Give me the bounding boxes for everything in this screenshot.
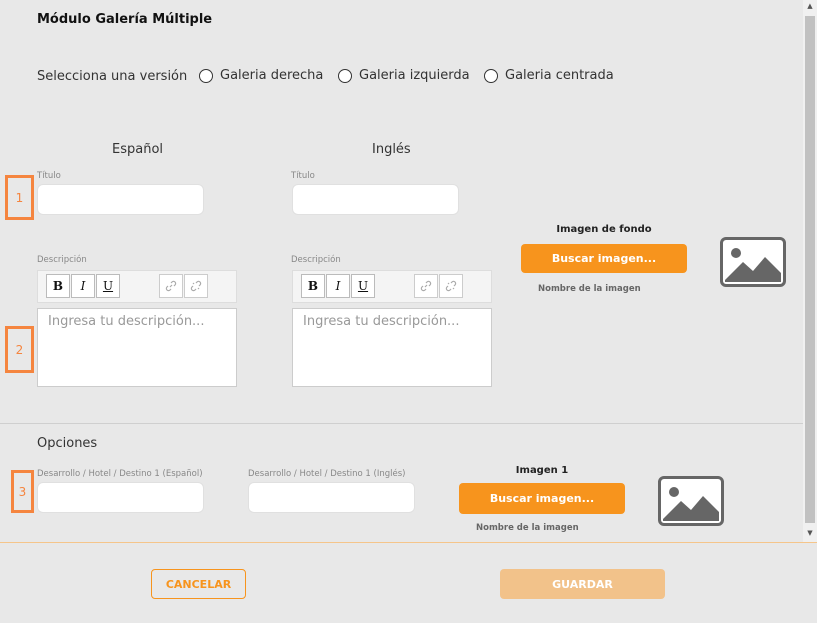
column-header-spanish: Español xyxy=(112,142,164,157)
footer-divider xyxy=(0,542,817,543)
scroll-down-icon[interactable]: ▼ xyxy=(805,529,815,537)
section-divider xyxy=(0,423,803,424)
image-placeholder-icon xyxy=(658,476,724,526)
search-background-image-button[interactable]: Buscar imagen... xyxy=(521,244,687,273)
option-field-en-input[interactable] xyxy=(248,482,415,513)
unlink-icon[interactable] xyxy=(184,274,208,298)
unlink-icon[interactable] xyxy=(439,274,463,298)
radio-galeria-centrada[interactable]: Galeria centrada xyxy=(484,68,614,83)
title-label-en: Título xyxy=(291,171,315,181)
title-input-en[interactable] xyxy=(292,184,459,215)
cancel-button[interactable]: CANCELAR xyxy=(151,569,246,599)
save-button[interactable]: GUARDAR xyxy=(500,569,665,599)
option-field-es-label: Desarrollo / Hotel / Destino 1 (Español) xyxy=(37,469,203,479)
italic-button[interactable]: I xyxy=(71,274,95,298)
title-label-es: Título xyxy=(37,171,61,181)
search-option-image-button[interactable]: Buscar imagen... xyxy=(459,483,625,514)
radio-label: Galeria izquierda xyxy=(359,68,470,83)
underline-button[interactable]: U xyxy=(96,274,120,298)
description-label-es: Descripción xyxy=(37,255,87,265)
scroll-up-icon[interactable]: ▲ xyxy=(805,2,815,10)
editor-toolbar-en: B I U xyxy=(292,270,492,303)
option-image-label: Imagen 1 xyxy=(515,465,569,476)
italic-button[interactable]: I xyxy=(326,274,350,298)
option-image-filename: Nombre de la imagen xyxy=(476,523,579,533)
page-title: Módulo Galería Múltiple xyxy=(37,12,213,27)
step-marker-2: 2 xyxy=(5,326,34,373)
scrollbar-thumb[interactable] xyxy=(805,16,815,523)
option-field-es-input[interactable] xyxy=(37,482,204,513)
radio-label: Galeria derecha xyxy=(220,68,324,83)
step-marker-1: 1 xyxy=(5,175,34,220)
description-textarea-en[interactable]: Ingresa tu descripción... xyxy=(292,308,492,387)
editor-toolbar-es: B I U xyxy=(37,270,237,303)
image-placeholder-icon xyxy=(720,237,786,287)
option-field-en-label: Desarrollo / Hotel / Destino 1 (Inglés) xyxy=(248,469,406,479)
column-header-english: Inglés xyxy=(372,142,411,157)
link-icon[interactable] xyxy=(414,274,438,298)
underline-button[interactable]: U xyxy=(351,274,375,298)
step-marker-3: 3 xyxy=(11,470,34,513)
radio-galeria-derecha[interactable]: Galeria derecha xyxy=(199,68,323,83)
background-image-label: Imagen de fondo xyxy=(556,224,652,235)
description-textarea-es[interactable]: Ingresa tu descripción... xyxy=(37,308,237,387)
title-input-es[interactable] xyxy=(37,184,204,215)
radio-label: Galeria centrada xyxy=(505,68,614,83)
bold-button[interactable]: B xyxy=(46,274,70,298)
background-image-filename: Nombre de la imagen xyxy=(538,284,641,294)
bold-button[interactable]: B xyxy=(301,274,325,298)
version-label: Selecciona una versión xyxy=(37,69,188,84)
radio-circle[interactable] xyxy=(338,68,352,83)
description-label-en: Descripción xyxy=(291,255,341,265)
radio-galeria-izquierda[interactable]: Galeria izquierda xyxy=(338,68,470,83)
radio-circle[interactable] xyxy=(484,68,498,83)
options-title: Opciones xyxy=(37,436,98,451)
radio-circle[interactable] xyxy=(199,68,213,83)
link-icon[interactable] xyxy=(159,274,183,298)
